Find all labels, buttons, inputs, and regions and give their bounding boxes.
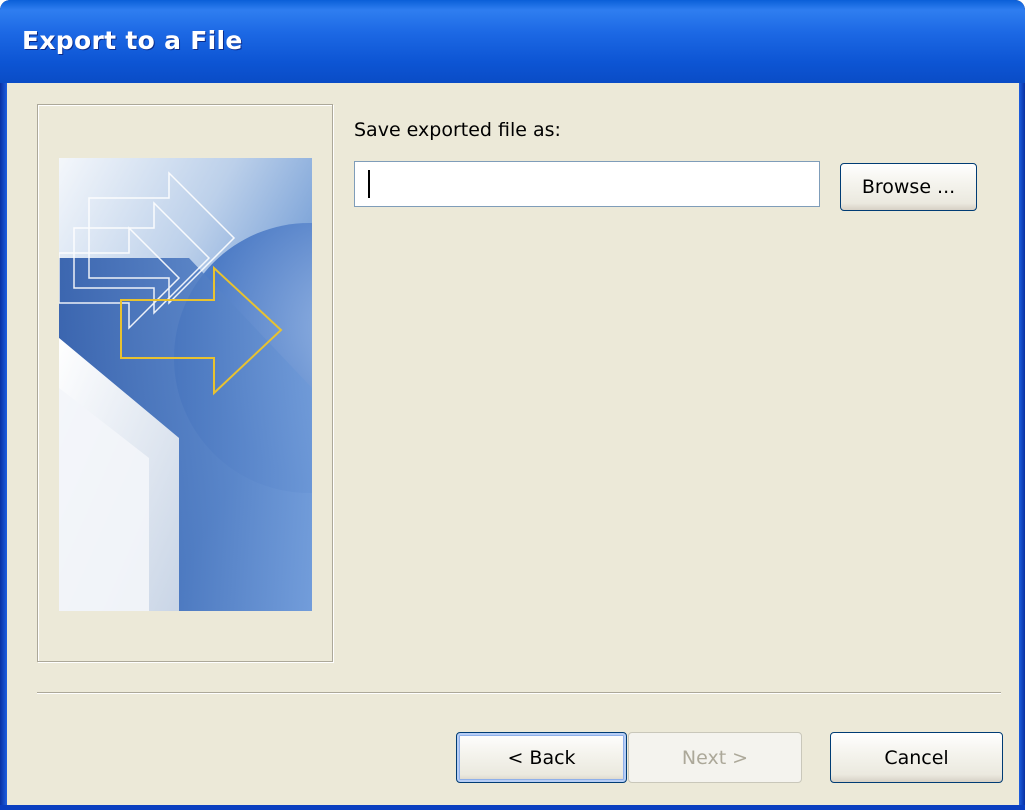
export-dialog-window: Export to a File Save exported file as: … (0, 0, 1025, 810)
window-title: Export to a File (22, 26, 243, 55)
window-frame-left (0, 83, 7, 810)
dialog-body: Save exported file as: Browse ... < Back… (7, 83, 1019, 805)
wizard-image-panel (37, 104, 333, 662)
back-button[interactable]: < Back (456, 732, 627, 783)
save-exported-file-label: Save exported file as: (354, 119, 561, 141)
footer-separator (37, 692, 1001, 694)
next-button[interactable]: Next > (628, 732, 802, 783)
export-arrows-icon (59, 158, 312, 611)
text-caret (368, 170, 370, 198)
title-bar[interactable]: Export to a File (0, 0, 1025, 83)
window-frame-bottom (0, 805, 1025, 810)
filename-input[interactable] (354, 161, 820, 207)
browse-button[interactable]: Browse ... (840, 163, 977, 211)
cancel-button[interactable]: Cancel (830, 732, 1003, 783)
window-frame-right (1019, 83, 1025, 810)
